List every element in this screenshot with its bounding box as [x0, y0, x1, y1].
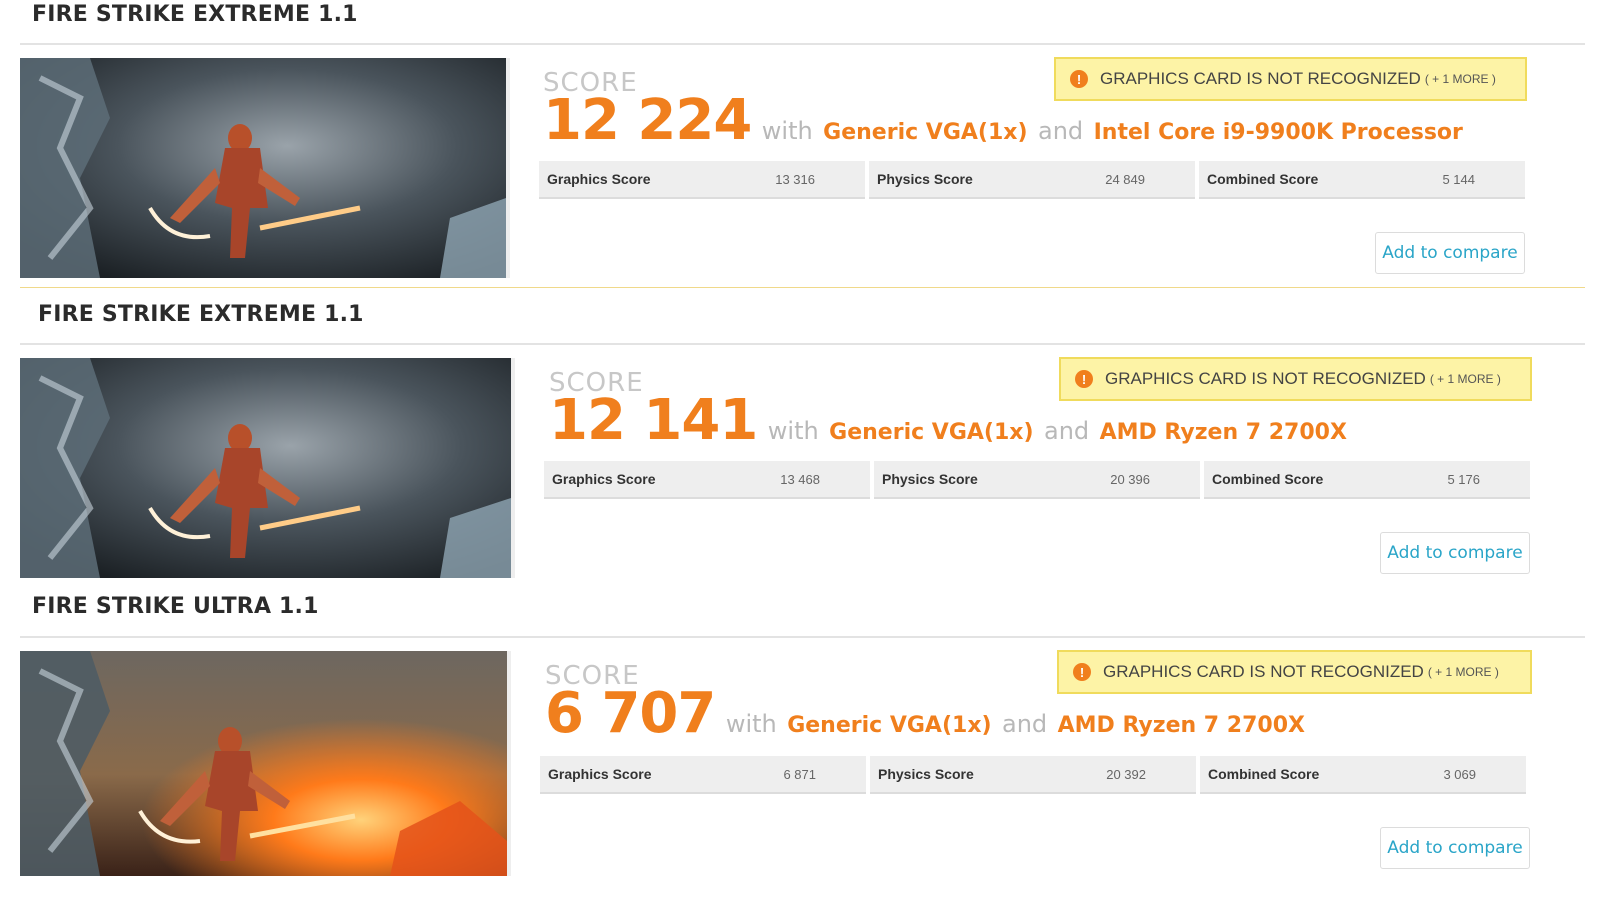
- subscore-combined: Combined Score 3 069: [1200, 756, 1526, 794]
- subscore-name: Graphics Score: [552, 471, 656, 487]
- graphics-warning-badge[interactable]: ! GRAPHICS CARD IS NOT RECOGNIZED ( + 1 …: [1054, 57, 1527, 101]
- warning-more[interactable]: ( + 1 MORE ): [1428, 665, 1499, 679]
- gpu-name[interactable]: Generic VGA(1x): [829, 420, 1033, 445]
- subscore-name: Combined Score: [1207, 171, 1319, 187]
- overall-score: 12 224: [543, 88, 752, 153]
- subscore-combined: Combined Score 5 176: [1204, 461, 1530, 499]
- warning-more[interactable]: ( + 1 MORE ): [1425, 72, 1496, 86]
- subscore-value: 24 849: [1105, 171, 1145, 187]
- warning-text: GRAPHICS CARD IS NOT RECOGNIZED: [1100, 69, 1421, 88]
- subscores-row: Graphics Score 13 316 Physics Score 24 8…: [539, 161, 1525, 199]
- benchmark-title: FIRE STRIKE EXTREME 1.1: [38, 302, 364, 327]
- gpu-name[interactable]: Generic VGA(1x): [787, 713, 991, 738]
- add-to-compare-button[interactable]: Add to compare: [1380, 827, 1530, 869]
- divider: [20, 343, 1585, 345]
- subscore-value: 20 396: [1110, 471, 1150, 487]
- cpu-name[interactable]: Intel Core i9-9900K Processor: [1094, 120, 1463, 145]
- divider: [20, 287, 1585, 288]
- subscore-name: Physics Score: [877, 171, 973, 187]
- subscore-name: Graphics Score: [548, 766, 652, 782]
- gpu-name[interactable]: Generic VGA(1x): [823, 120, 1027, 145]
- add-to-compare-button[interactable]: Add to compare: [1375, 232, 1525, 274]
- cpu-name[interactable]: AMD Ryzen 7 2700X: [1058, 713, 1305, 738]
- overall-score: 12 141: [549, 388, 758, 453]
- subscore-graphics: Graphics Score 13 468: [544, 461, 870, 499]
- subscore-name: Combined Score: [1212, 471, 1324, 487]
- subscore-name: Physics Score: [878, 766, 974, 782]
- benchmark-title: FIRE STRIKE EXTREME 1.1: [32, 2, 358, 27]
- benchmark-title: FIRE STRIKE ULTRA 1.1: [32, 594, 319, 619]
- warning-text: GRAPHICS CARD IS NOT RECOGNIZED: [1105, 369, 1426, 388]
- subscore-value: 6 871: [783, 766, 816, 782]
- warning-more[interactable]: ( + 1 MORE ): [1430, 372, 1501, 386]
- subscore-physics: Physics Score 20 396: [874, 461, 1200, 499]
- divider: [20, 636, 1585, 638]
- subscores-row: Graphics Score 6 871 Physics Score 20 39…: [540, 756, 1526, 794]
- subscore-physics: Physics Score 20 392: [870, 756, 1196, 794]
- and-text: and: [1043, 417, 1090, 445]
- cpu-name[interactable]: AMD Ryzen 7 2700X: [1100, 420, 1347, 445]
- subscore-name: Combined Score: [1208, 766, 1320, 782]
- subscore-value: 5 176: [1447, 471, 1480, 487]
- and-text: and: [1037, 117, 1084, 145]
- subscore-combined: Combined Score 5 144: [1199, 161, 1525, 199]
- subscore-value: 5 144: [1442, 171, 1475, 187]
- warning-icon: !: [1073, 663, 1091, 681]
- subscore-value: 13 468: [780, 471, 820, 487]
- warning-icon: !: [1075, 370, 1093, 388]
- warning-text: GRAPHICS CARD IS NOT RECOGNIZED: [1103, 662, 1424, 681]
- benchmark-thumbnail: [20, 651, 511, 876]
- and-text: and: [1002, 710, 1048, 738]
- add-to-compare-button[interactable]: Add to compare: [1380, 532, 1530, 574]
- benchmark-thumbnail: [20, 358, 515, 578]
- subscore-value: 3 069: [1443, 766, 1476, 782]
- subscore-value: 13 316: [775, 171, 815, 187]
- subscore-name: Physics Score: [882, 471, 978, 487]
- graphics-warning-badge[interactable]: ! GRAPHICS CARD IS NOT RECOGNIZED ( + 1 …: [1059, 357, 1532, 401]
- subscores-row: Graphics Score 13 468 Physics Score 20 3…: [544, 461, 1530, 499]
- benchmark-thumbnail: [20, 58, 510, 278]
- graphics-warning-badge[interactable]: ! GRAPHICS CARD IS NOT RECOGNIZED ( + 1 …: [1057, 650, 1532, 694]
- with-text: with: [725, 710, 777, 738]
- subscore-value: 20 392: [1106, 766, 1146, 782]
- overall-score: 6 707: [545, 681, 716, 746]
- subscore-graphics: Graphics Score 6 871: [540, 756, 866, 794]
- divider: [20, 43, 1585, 45]
- subscore-physics: Physics Score 24 849: [869, 161, 1195, 199]
- subscore-graphics: Graphics Score 13 316: [539, 161, 865, 199]
- with-text: with: [761, 117, 813, 145]
- subscore-name: Graphics Score: [547, 171, 651, 187]
- with-text: with: [767, 417, 819, 445]
- warning-icon: !: [1070, 70, 1088, 88]
